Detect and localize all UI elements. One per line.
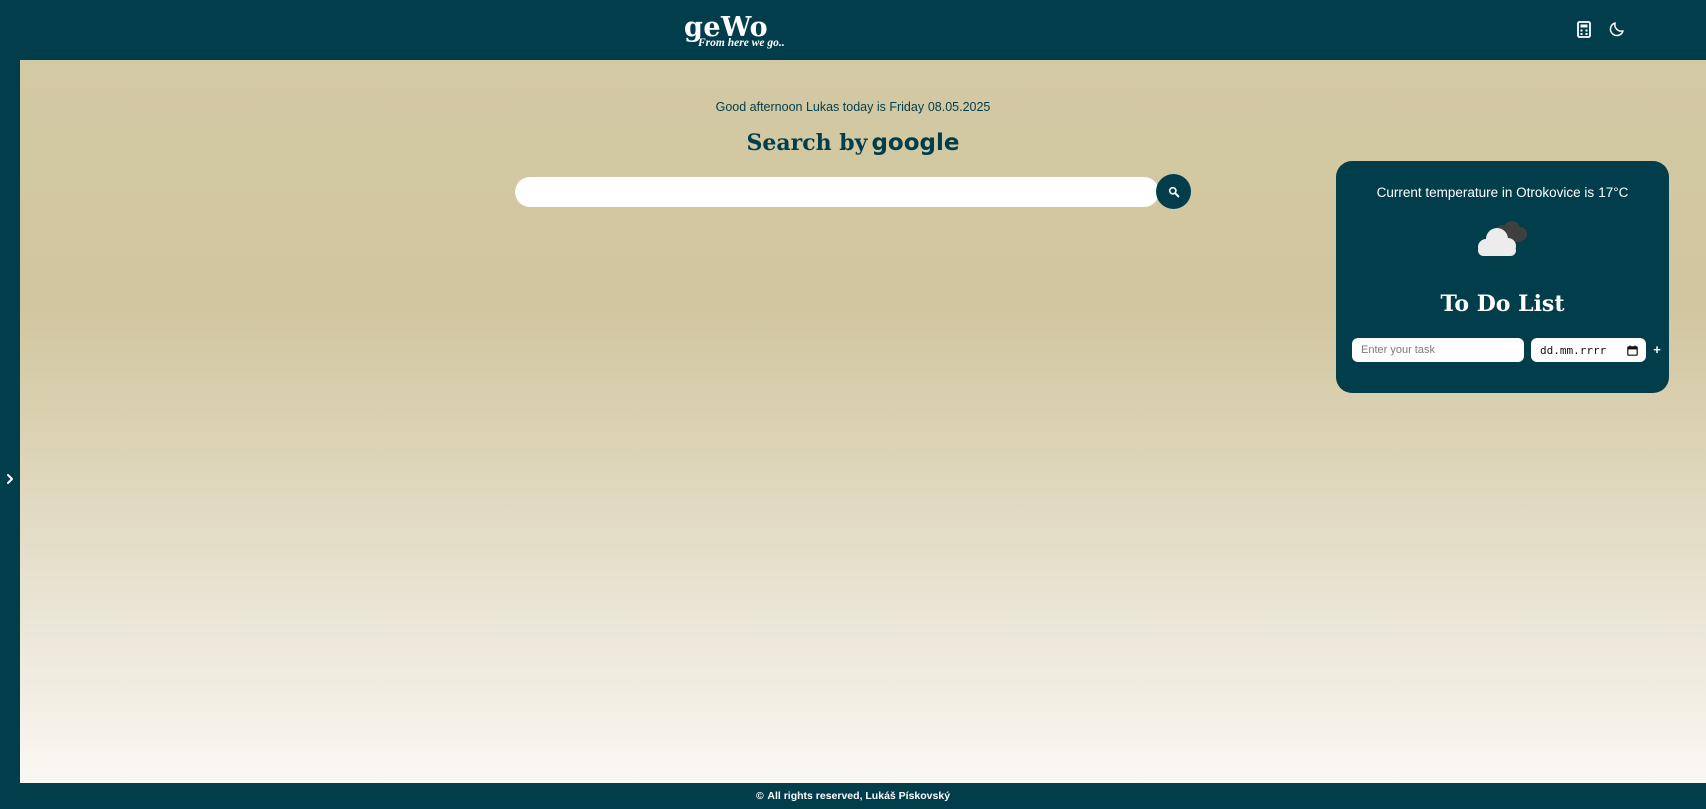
copyright-symbol: © [755, 790, 764, 802]
search-button[interactable] [1156, 174, 1191, 209]
todo-title: To Do List [1440, 291, 1565, 317]
date-placeholder: dd.mm.rrrr [1540, 343, 1607, 357]
task-input[interactable] [1352, 338, 1524, 362]
weather-label: Current temperature in Otrokovice is [1376, 185, 1595, 200]
search-title: Search by google [20, 130, 1686, 156]
weather-todo-card: Current temperature in Otrokovice is 17°C… [1336, 161, 1669, 393]
search-title-brand: google [871, 130, 960, 156]
app-logo[interactable]: geWo From here we go.. [684, 13, 824, 53]
footer: © All rights reserved, Lukáš Pískovský [0, 783, 1706, 809]
search-title-prefix: Search by [746, 130, 868, 156]
logo-tagline: From here we go.. [698, 37, 785, 49]
cloud-icon [1478, 221, 1527, 256]
chevron-right-icon[interactable] [2, 471, 18, 487]
greeting-text: Good afternoon Lukas today is Friday 08.0… [20, 100, 1686, 114]
weather-temperature: 17°C [1598, 185, 1629, 200]
calendar-icon[interactable] [1627, 344, 1638, 356]
weather-text: Current temperature in Otrokovice is 17°C [1336, 185, 1669, 200]
sidebar-rail [0, 60, 20, 783]
current-date: 08.05.2025 [927, 100, 991, 114]
search-icon [1168, 186, 1179, 197]
date-field[interactable]: dd.mm.rrrr [1531, 338, 1646, 362]
calculator-icon[interactable] [1574, 19, 1594, 39]
search-input[interactable] [515, 177, 1159, 207]
add-task-button[interactable]: + [1650, 341, 1664, 359]
greeting-message: Good afternoon Lukas today is Friday [715, 100, 925, 114]
main-content: Good afternoon Lukas today is Friday 08.0… [20, 60, 1706, 783]
moon-icon[interactable] [1607, 19, 1627, 39]
footer-text: All rights reserved, Lukáš Pískovský [767, 790, 951, 802]
top-navbar: geWo From here we go.. [0, 0, 1706, 60]
